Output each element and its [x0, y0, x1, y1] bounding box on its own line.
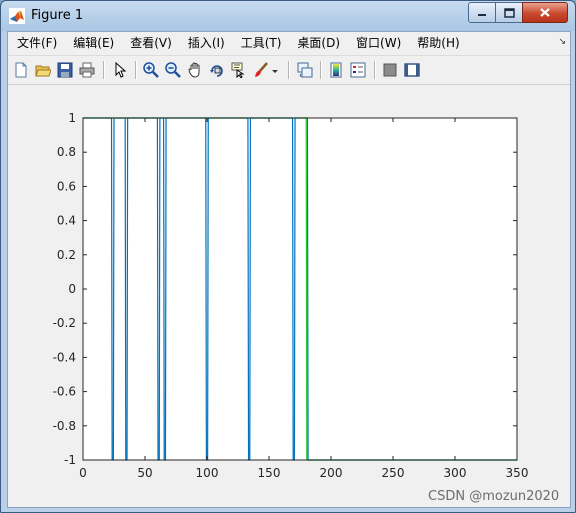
menu-help[interactable]: 帮助(H) — [409, 32, 467, 54]
y-tick-label: 0.6 — [57, 179, 76, 193]
menu-desktop[interactable]: 桌面(D) — [289, 32, 348, 54]
x-tick-label: 300 — [444, 466, 467, 480]
x-tick-label: 50 — [137, 466, 152, 480]
zoom-in-button[interactable] — [142, 61, 160, 79]
data-cursor-button[interactable] — [230, 61, 248, 79]
axes-background — [83, 118, 517, 460]
title-bar[interactable]: Figure 1 — [1, 1, 575, 31]
hide-plot-tools-button[interactable] — [381, 61, 399, 79]
zoom-out-icon — [165, 62, 181, 78]
menu-insert[interactable]: 插入(I) — [180, 32, 233, 54]
save-button[interactable] — [56, 61, 74, 79]
zoom-in-icon — [143, 62, 159, 78]
y-tick-label: 1 — [68, 111, 76, 125]
plot-canvas[interactable]: 0 50 100 150 200 250 300 350 1 0.8 0.6 0.4 0.2 0 -0.2 -… — [8, 85, 570, 507]
y-tick-label: 0.4 — [57, 214, 76, 228]
x-tick-label: 150 — [258, 466, 281, 480]
open-file-icon — [35, 65, 51, 77]
minimize-icon — [478, 13, 486, 16]
maximize-button[interactable] — [495, 2, 523, 23]
toolbar-separator — [103, 61, 105, 79]
x-tick-label: 350 — [506, 466, 529, 480]
watermark: CSDN @mozun2020 — [428, 489, 560, 504]
toolbar-separator — [135, 61, 137, 79]
new-figure-icon — [15, 62, 27, 78]
figure-client-area: 文件(F) 编辑(E) 查看(V) 插入(I) 工具(T) 桌面(D) 窗口(W… — [7, 31, 571, 508]
link-plot-icon — [297, 62, 313, 78]
minimize-button[interactable] — [468, 2, 496, 23]
menu-window[interactable]: 窗口(W) — [348, 32, 409, 54]
brush-dropdown-button[interactable] — [270, 61, 280, 79]
menu-tools[interactable]: 工具(T) — [233, 32, 290, 54]
x-tick-label: 200 — [320, 466, 343, 480]
y-tick-label: 0.2 — [57, 248, 76, 262]
line-chart[interactable]: 0 50 100 150 200 250 300 350 1 0.8 0.6 0.4 0.2 0 -0.2 -… — [8, 85, 570, 507]
maximize-icon — [503, 7, 515, 18]
colorbar-button[interactable] — [327, 61, 345, 79]
colorbar-icon — [330, 62, 342, 78]
menu-file[interactable]: 文件(F) — [8, 32, 65, 54]
print-icon — [79, 62, 95, 78]
print-button[interactable] — [78, 61, 96, 79]
brush-dropdown-icon — [272, 70, 278, 73]
figure-toolbar — [8, 55, 570, 85]
menu-bar: 文件(F) 编辑(E) 查看(V) 插入(I) 工具(T) 桌面(D) 窗口(W… — [8, 32, 570, 54]
toolbar-separator — [288, 61, 290, 79]
data-cursor-icon — [231, 62, 245, 78]
brush-icon — [255, 62, 268, 77]
figure-window: Figure 1 文件(F) 编辑(E) 查看(V) 插入(I) 工具(T) 桌… — [0, 0, 576, 513]
pan-hand-icon — [188, 62, 200, 78]
link-plot-button[interactable] — [296, 61, 314, 79]
menubar-dock-arrow-icon[interactable]: ↘ — [558, 37, 566, 47]
rotate-3d-icon — [210, 65, 223, 77]
y-tick-label: -1 — [64, 453, 76, 467]
open-file-button[interactable] — [34, 61, 52, 79]
menu-view[interactable]: 查看(V) — [122, 32, 180, 54]
matlab-logo-icon — [9, 8, 25, 24]
toolbar-separator — [374, 61, 376, 79]
y-tick-label: -0.8 — [53, 419, 76, 433]
edit-plot-button[interactable] — [111, 61, 129, 79]
window-title: Figure 1 — [31, 8, 84, 23]
y-tick-label: -0.4 — [53, 350, 76, 364]
menu-edit[interactable]: 编辑(E) — [65, 32, 122, 54]
show-plot-tools-icon — [404, 63, 420, 77]
legend-icon — [350, 62, 366, 78]
toolbar-separator — [320, 61, 322, 79]
brush-button[interactable] — [252, 61, 270, 79]
y-tick-label: 0 — [68, 282, 76, 296]
pan-button[interactable] — [186, 61, 204, 79]
y-tick-label: -0.2 — [53, 316, 76, 330]
legend-button[interactable] — [349, 61, 367, 79]
show-plot-tools-button[interactable] — [403, 61, 421, 79]
zoom-out-button[interactable] — [164, 61, 182, 79]
close-button[interactable] — [522, 2, 568, 23]
close-icon — [540, 8, 550, 17]
x-tick-label: 100 — [196, 466, 219, 480]
rotate-3d-button[interactable] — [208, 61, 226, 79]
hide-plot-tools-icon — [383, 63, 397, 77]
y-tick-label: -0.6 — [53, 385, 76, 399]
new-figure-button[interactable] — [12, 61, 30, 79]
y-tick-label: 0.8 — [57, 145, 76, 159]
edit-plot-arrow-icon — [115, 62, 127, 78]
save-icon — [57, 62, 73, 78]
x-tick-label: 0 — [79, 466, 87, 480]
x-tick-label: 250 — [382, 466, 405, 480]
